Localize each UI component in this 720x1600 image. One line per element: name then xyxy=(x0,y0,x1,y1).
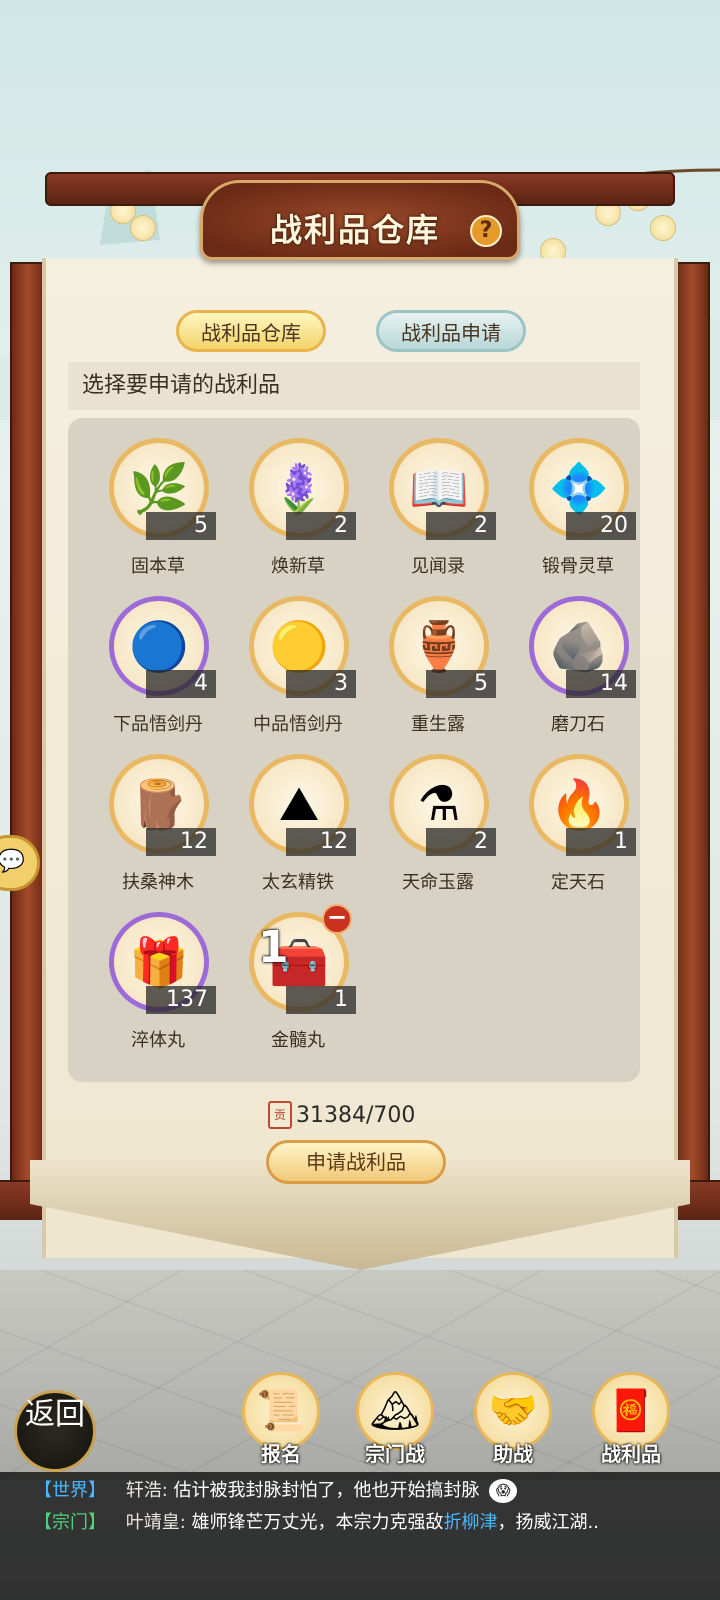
loot-item[interactable]: 🟡 3 中品悟剑丹 xyxy=(226,588,370,746)
item-name: 下品悟剑丹 xyxy=(113,714,203,735)
instruction-bar: 选择要申请的战利品 xyxy=(68,362,640,410)
chat-sender[interactable]: 轩浩: xyxy=(126,1480,168,1501)
nav-label: 宗门战 xyxy=(365,1442,425,1466)
item-name: 锻骨灵草 xyxy=(542,556,614,577)
item-name: 天命玉露 xyxy=(402,872,474,893)
item-count: 14 xyxy=(566,670,636,698)
loot-item[interactable]: ⛰ 12 太玄精铁 xyxy=(226,746,370,904)
nav-signup-button[interactable]: 📜 报名 xyxy=(236,1372,326,1472)
page-title: 战利品仓库 xyxy=(269,211,440,249)
loot-item[interactable]: 🔥 1 定天石 xyxy=(506,746,650,904)
item-name: 焕新草 xyxy=(271,556,325,577)
frame-pillar-left xyxy=(10,262,46,1182)
tab-loot-application[interactable]: 战利品申请 xyxy=(376,310,526,352)
item-name: 太玄精铁 xyxy=(262,872,334,893)
item-name: 中品悟剑丹 xyxy=(253,714,343,735)
loot-item[interactable]: 🏺 5 重生露 xyxy=(366,588,510,746)
item-count: 137 xyxy=(146,986,216,1014)
frame-pillar-right xyxy=(674,262,710,1182)
item-name: 磨刀石 xyxy=(551,714,605,735)
chat-message[interactable]: 【世界】 轩浩: 估计被我封脉封怕了，他也开始搞封脉 😱 xyxy=(34,1476,518,1503)
help-icon[interactable]: ? xyxy=(470,215,502,247)
loot-item[interactable]: 🌿 5 固本草 xyxy=(86,430,230,588)
nav-label: 报名 xyxy=(261,1442,301,1466)
nav-label: 助战 xyxy=(493,1442,533,1466)
nav-loot-button[interactable]: 🧧 战利品 xyxy=(586,1372,676,1472)
item-name: 扶桑神木 xyxy=(122,872,194,893)
loot-item[interactable]: 🎁 137 淬体丸 xyxy=(86,904,230,1062)
item-name: 淬体丸 xyxy=(131,1030,185,1051)
item-count: 12 xyxy=(146,828,216,856)
nav-assist-button[interactable]: 🤝 助战 xyxy=(468,1372,558,1472)
loot-item[interactable]: 🪵 12 扶桑神木 xyxy=(86,746,230,904)
chat-text: ，扬威江湖.. xyxy=(497,1512,599,1533)
item-name: 固本草 xyxy=(131,556,185,577)
speech-bubble-icon: 💬 xyxy=(0,849,25,874)
item-name: 重生露 xyxy=(411,714,465,735)
loot-item[interactable]: 📖 2 见闻录 xyxy=(366,430,510,588)
item-name: 金髓丸 xyxy=(271,1030,325,1051)
item-count: 4 xyxy=(146,670,216,698)
item-name: 定天石 xyxy=(551,872,605,893)
item-count: 5 xyxy=(146,512,216,540)
plum-blossom-decor xyxy=(650,215,676,241)
item-count: 1 xyxy=(286,986,356,1014)
contribution-value: 31384/700 xyxy=(296,1102,416,1128)
item-name: 见闻录 xyxy=(411,556,465,577)
item-count: 3 xyxy=(286,670,356,698)
loot-item[interactable]: 🧰 1−1 金髓丸 xyxy=(226,904,370,1062)
selected-quantity: 1 xyxy=(258,922,289,973)
item-count: 2 xyxy=(286,512,356,540)
return-button[interactable]: 返回 xyxy=(14,1390,96,1472)
nav-label: 战利品 xyxy=(601,1442,661,1466)
contribution-token-icon: 贡 xyxy=(268,1101,292,1129)
loot-item[interactable]: 🔵 4 下品悟剑丹 xyxy=(86,588,230,746)
item-count: 12 xyxy=(286,828,356,856)
loot-item[interactable]: 💠 20 锻骨灵草 xyxy=(506,430,650,588)
chat-sender[interactable]: 叶靖皇: xyxy=(126,1512,186,1533)
shocked-face-icon: 😱 xyxy=(489,1479,518,1503)
loot-item[interactable]: 🪨 14 磨刀石 xyxy=(506,588,650,746)
apply-loot-button[interactable]: 申请战利品 xyxy=(266,1140,446,1184)
chat-channel-sect: 【宗门】 xyxy=(34,1512,106,1533)
plum-blossom-decor xyxy=(130,215,156,241)
item-count: 1 xyxy=(566,828,636,856)
chat-text: 估计被我封脉封怕了，他也开始搞封脉 xyxy=(173,1480,480,1501)
chat-channel-world: 【世界】 xyxy=(34,1480,106,1501)
loot-item[interactable]: ⚗ 2 天命玉露 xyxy=(366,746,510,904)
chat-text: 雄师锋芒万丈光，本宗力克强敌 xyxy=(191,1512,444,1533)
item-count: 5 xyxy=(426,670,496,698)
item-count: 2 xyxy=(426,828,496,856)
contribution-balance: 贡 31384/700 xyxy=(268,1100,415,1130)
chat-message[interactable]: 【宗门】 叶靖皇: 雄师锋芒万丈光，本宗力克强敌折柳津，扬威江湖.. xyxy=(34,1508,599,1534)
loot-item[interactable]: 🪻 2 焕新草 xyxy=(226,430,370,588)
item-count: 2 xyxy=(426,512,496,540)
decrease-quantity-button[interactable]: − xyxy=(322,904,352,934)
item-count: 20 xyxy=(566,512,636,540)
chat-location-link[interactable]: 折柳津 xyxy=(444,1512,498,1533)
nav-sect-war-button[interactable]: 🏔 宗门战 xyxy=(350,1372,440,1472)
tab-loot-warehouse[interactable]: 战利品仓库 xyxy=(176,310,326,352)
